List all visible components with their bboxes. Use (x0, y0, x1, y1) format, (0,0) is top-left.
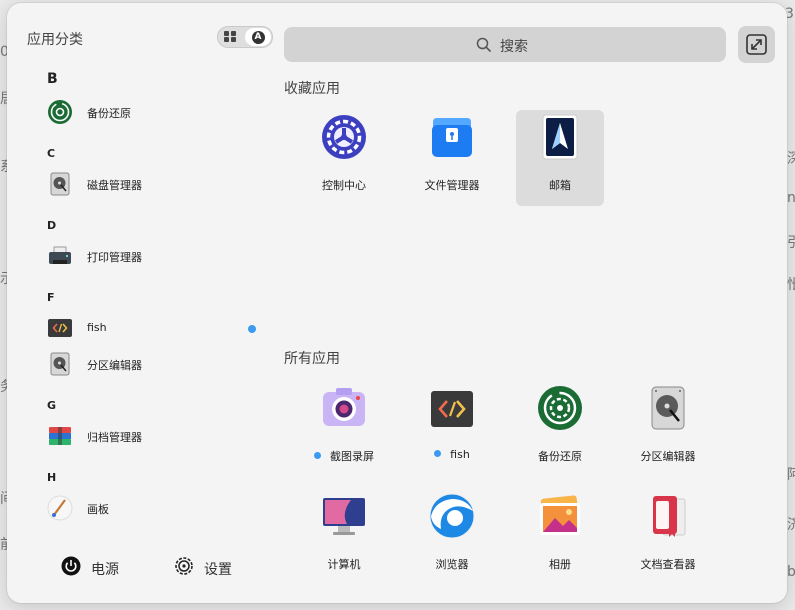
background-text: 阿 (787, 467, 795, 483)
list-item-partition-editor[interactable]: 分区编辑器 (37, 349, 257, 381)
background-text: 引 (787, 235, 795, 251)
view-mode-toggle[interactable]: A (217, 26, 273, 48)
grid-icon[interactable] (224, 31, 238, 43)
terminal-icon (429, 385, 475, 431)
app-tile-partition-editor[interactable]: 分区编辑器 (624, 381, 712, 477)
list-item-fish[interactable]: fish (37, 313, 257, 345)
partition-editor-icon (645, 385, 691, 431)
file-manager-icon (429, 114, 475, 160)
app-tile-fish[interactable]: fish (408, 381, 496, 477)
settings-label: 设置 (204, 562, 232, 578)
background-text: 济 (787, 517, 795, 533)
app-tile-file-manager[interactable]: 文件管理器 (408, 110, 496, 206)
app-launcher: 应用分类 A B 备份还原 C 磁盘管理器 D 打印管理器 F fish 分区编… (7, 3, 787, 603)
app-tile-screenshot[interactable]: 截图录屏 (300, 381, 388, 477)
background-text: b (787, 564, 795, 580)
search-icon (476, 37, 492, 53)
app-label: 截图录屏 (300, 448, 388, 464)
list-item-archive-manager[interactable]: 归档管理器 (37, 421, 257, 453)
letter-header: C (47, 147, 56, 160)
list-item-label: 打印管理器 (87, 251, 142, 264)
app-category-list[interactable]: B 备份还原 C 磁盘管理器 D 打印管理器 F fish 分区编辑器 G 归档… (7, 61, 269, 535)
photo-album-icon (537, 493, 583, 539)
list-item-disk-manager[interactable]: 磁盘管理器 (37, 169, 257, 201)
app-label: 文件管理器 (424, 179, 480, 192)
background-text: 深 (787, 151, 795, 167)
search-input[interactable]: 搜索 (284, 27, 726, 62)
settings-icon (174, 556, 194, 576)
letter-header: G (47, 399, 57, 412)
app-label: 计算机 (327, 558, 361, 571)
app-tile-backup-restore[interactable]: 备份还原 (516, 381, 604, 477)
settings-button[interactable]: 设置 (174, 553, 254, 583)
computer-icon (321, 493, 367, 539)
power-icon (61, 556, 81, 576)
scroll-indicator (248, 325, 256, 333)
app-tile-mail[interactable]: 邮箱 (516, 110, 604, 206)
list-item-label: fish (87, 321, 107, 334)
letter-a-icon[interactable]: A (245, 28, 271, 46)
browser-icon (429, 493, 475, 539)
control-center-icon (321, 114, 367, 160)
new-app-dot (434, 450, 442, 457)
printer-icon (47, 243, 73, 269)
list-item-label: 归档管理器 (87, 431, 142, 444)
app-label: 备份还原 (538, 450, 582, 463)
partition-editor-icon (47, 351, 73, 377)
background-text: 怅 (787, 277, 795, 293)
list-item-drawing-board[interactable]: 画板 (37, 493, 257, 525)
terminal-icon (47, 315, 73, 341)
new-app-dot (314, 452, 321, 459)
list-item-printer[interactable]: 打印管理器 (37, 241, 257, 273)
app-tile-photo-album[interactable]: 相册 (516, 489, 604, 585)
app-tile-document-viewer[interactable]: 文档查看器 (624, 489, 712, 585)
letter-header: B (47, 71, 58, 87)
list-item-label: 分区编辑器 (87, 359, 142, 372)
letter-header: F (47, 291, 55, 304)
list-item-backup-restore[interactable]: 备份还原 (37, 97, 257, 129)
disk-manager-icon (47, 171, 73, 197)
app-label: 分区编辑器 (640, 450, 696, 463)
mail-icon (537, 114, 583, 160)
app-tile-computer[interactable]: 计算机 (300, 489, 388, 585)
all-apps-title: 所有应用 (284, 351, 340, 367)
document-viewer-icon (645, 493, 691, 539)
app-tile-browser[interactable]: 浏览器 (408, 489, 496, 585)
screenshot-icon (321, 385, 367, 431)
backup-restore-icon (537, 385, 583, 431)
app-tile-control-center[interactable]: 控制中心 (300, 110, 388, 206)
favorites-title: 收藏应用 (284, 81, 340, 97)
app-label: 浏览器 (435, 558, 469, 571)
search-placeholder: 搜索 (500, 39, 528, 55)
archive-manager-icon (47, 423, 73, 449)
backup-restore-icon (47, 99, 73, 125)
app-label: 相册 (549, 558, 571, 571)
category-title: 应用分类 (27, 32, 83, 48)
power-label: 电源 (91, 562, 119, 578)
list-item-label: 备份还原 (87, 107, 131, 120)
letter-header: D (47, 219, 57, 232)
drawing-board-icon (47, 495, 73, 521)
list-item-label: 画板 (87, 503, 109, 516)
list-item-label: 磁盘管理器 (87, 179, 142, 192)
app-label: fish (408, 448, 496, 461)
app-label: 控制中心 (322, 179, 366, 192)
power-button[interactable]: 电源 (61, 553, 141, 583)
app-label: 文档查看器 (640, 558, 696, 571)
app-label: 邮箱 (549, 179, 571, 192)
expand-icon (746, 34, 767, 55)
fullscreen-button[interactable] (738, 26, 775, 63)
letter-header: H (47, 471, 57, 484)
background-text: nu (787, 190, 795, 206)
